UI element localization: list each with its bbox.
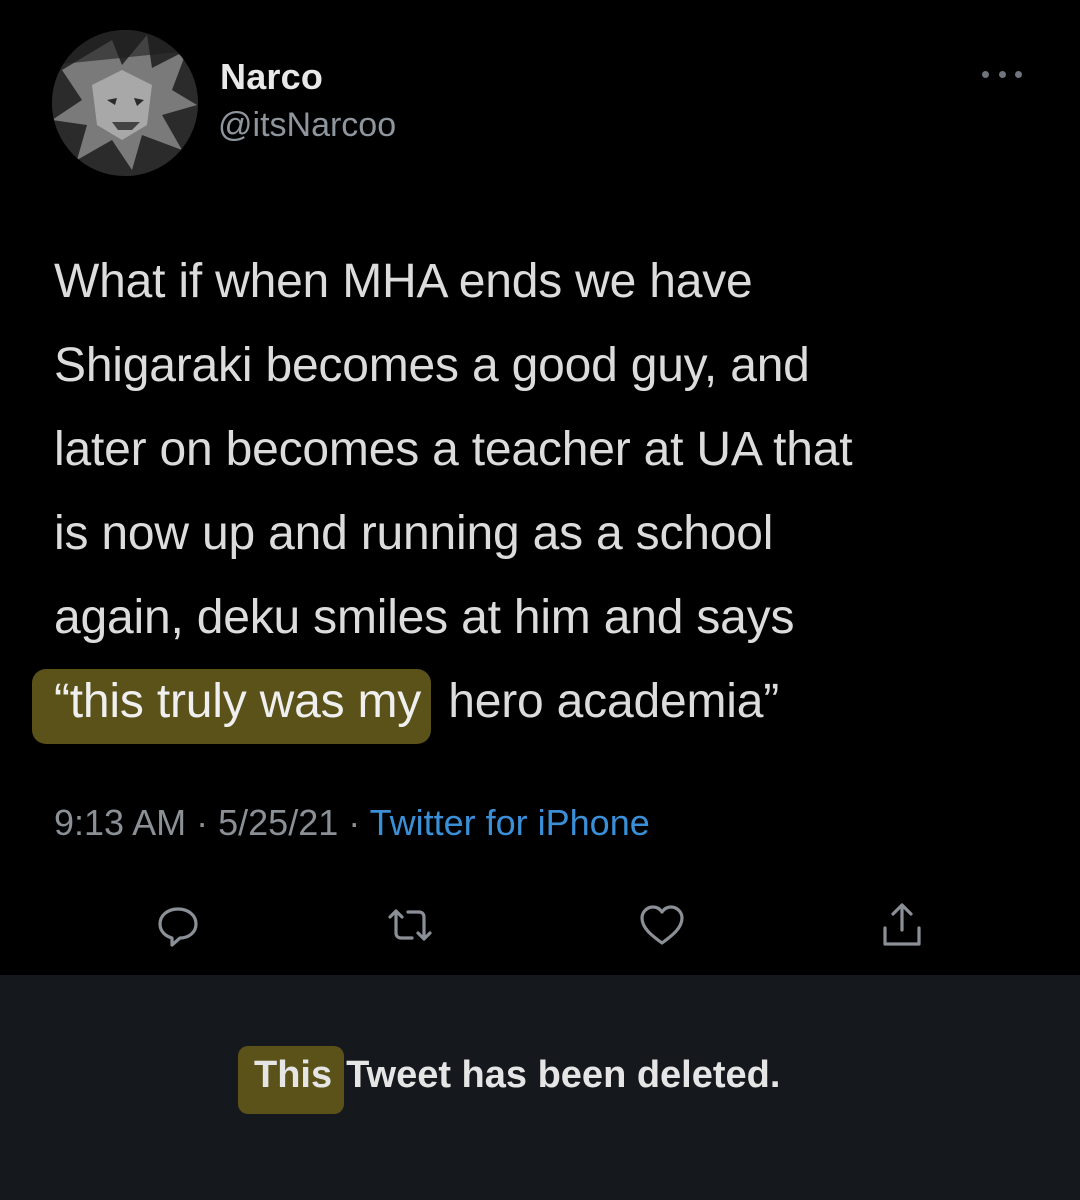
tweet-text-line: again, deku smiles at him and says [54, 591, 795, 644]
tweet-text-tail: hero academia” [448, 675, 779, 728]
tweet-text-line: later on becomes a teacher at UA that [54, 423, 853, 476]
like-icon [640, 905, 684, 945]
avatar-image [52, 30, 198, 176]
deleted-notice-text: This Tweet has been deleted. [238, 1046, 781, 1114]
meta-separator: · [196, 802, 209, 843]
tweet-text-line: Shigaraki becomes a good guy, and [54, 339, 810, 392]
highlighted-text: “this truly was my [32, 669, 432, 744]
reply-icon [158, 907, 198, 947]
tweet-text-line: What if when MHA ends we have [54, 255, 753, 308]
deleted-notice-rest: Tweet has been deleted. [346, 1054, 781, 1096]
tweet-text-last-line: “this truly was my hero academia” [32, 660, 1034, 744]
tweet-source-link[interactable]: Twitter for iPhone [370, 802, 650, 843]
retweet-button[interactable] [380, 895, 440, 955]
meta-separator: · [348, 802, 361, 843]
tweet-meta: 9:13 AM · 5/25/21 · Twitter for iPhone [54, 802, 650, 844]
action-bar [0, 895, 1080, 955]
avatar[interactable] [52, 30, 198, 176]
tweet-time: 9:13 AM [54, 802, 187, 843]
retweet-icon [388, 909, 432, 941]
tweet-card: Narco @itsNarcoo What if when MHA ends w… [0, 0, 1080, 975]
more-options-icon[interactable] [982, 66, 1022, 82]
reply-button[interactable] [148, 895, 208, 955]
tweet-date: 5/25/21 [218, 802, 339, 843]
tweet-text: What if when MHA ends we have Shigaraki … [32, 240, 1034, 744]
share-icon [883, 903, 921, 946]
user-handle[interactable]: @itsNarcoo [218, 106, 396, 145]
display-name[interactable]: Narco [220, 56, 323, 98]
tweet-text-line: is now up and running as a school [54, 507, 774, 560]
highlighted-text: This [238, 1046, 345, 1114]
like-button[interactable] [632, 895, 692, 955]
share-button[interactable] [872, 895, 932, 955]
